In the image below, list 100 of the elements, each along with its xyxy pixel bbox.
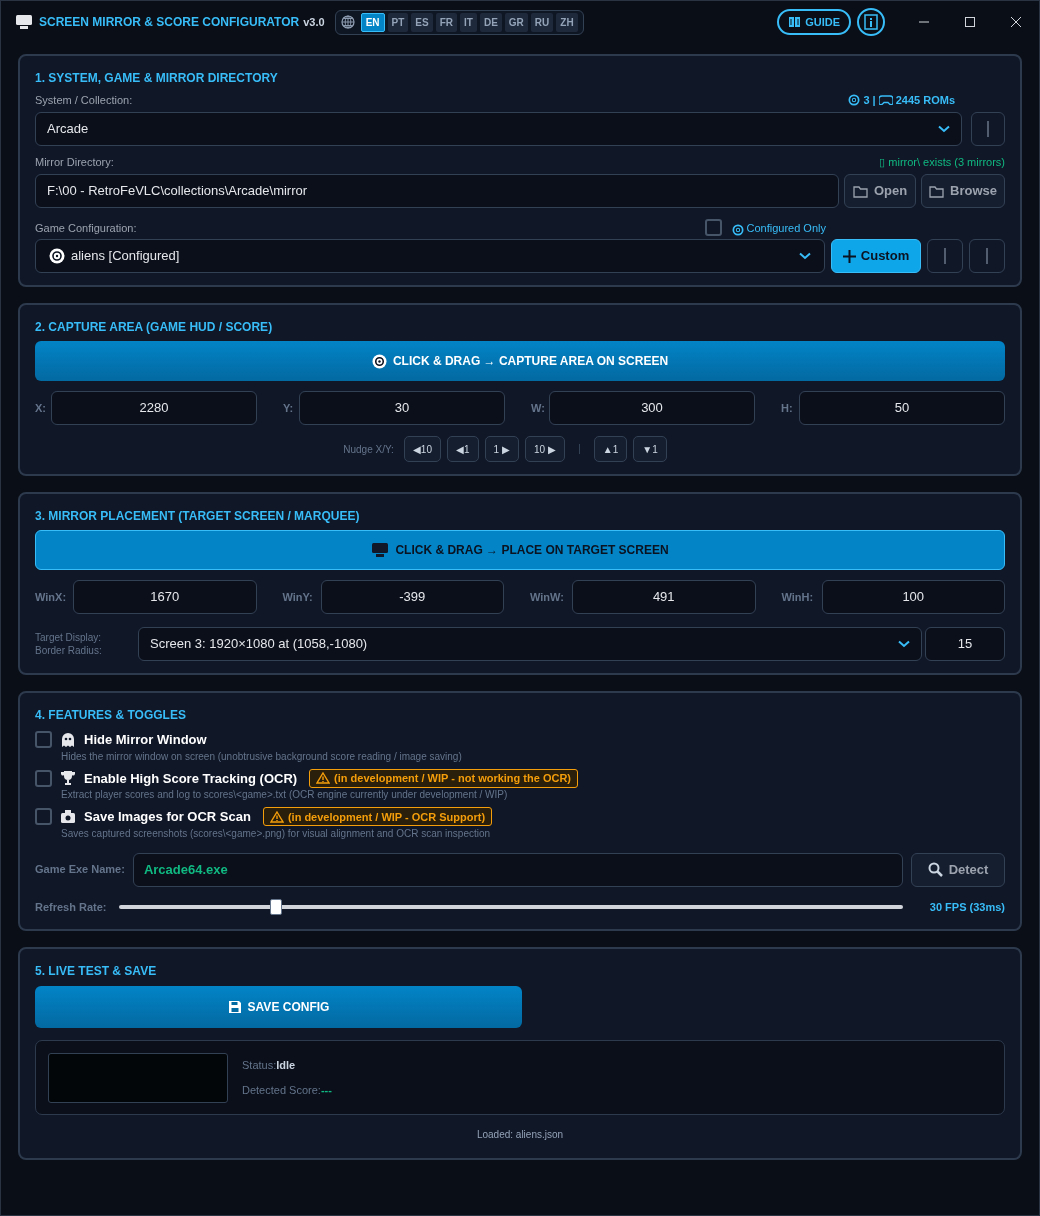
language-tab[interactable]: ES (411, 12, 433, 32)
target-icon (49, 248, 65, 264)
blank-button[interactable] (969, 239, 1005, 273)
blank-button[interactable] (927, 239, 963, 273)
path-field[interactable]: F:\00 - RetroFeVLC\collections\Arcade\mirror (35, 174, 839, 208)
number-field[interactable]: -399 (320, 580, 504, 614)
dropdown-value: aliens [Configured] (71, 247, 180, 266)
monitor-icon (371, 542, 390, 558)
field-label: Game Configuration: (35, 220, 137, 236)
version-label: v3.0 (303, 14, 325, 30)
field-label: Refresh Rate: (35, 899, 108, 915)
language-tab[interactable]: EN (360, 12, 385, 32)
status-value: Idle (276, 1058, 296, 1073)
language-tab[interactable]: RU (530, 12, 554, 32)
custom-button[interactable]: Custom (831, 239, 921, 273)
book-icon (788, 16, 802, 28)
game-dropdown[interactable]: aliens [Configured] (35, 239, 825, 273)
camera-icon (60, 809, 76, 825)
place-on-screen-button[interactable]: CLICK & DRAG → PLACE ON TARGET SCREEN (35, 530, 1005, 570)
language-tab[interactable]: DE (479, 12, 502, 32)
language-tab[interactable]: PT (387, 12, 409, 32)
field-label: W: (531, 400, 545, 416)
section-heading: 1. SYSTEM, GAME & MIRROR DIRECTORY (35, 70, 279, 86)
nudge-button[interactable]: ▲1 (593, 436, 628, 462)
field-label: WinH: (781, 589, 815, 605)
exe-field[interactable]: Arcade64.exe (132, 852, 903, 887)
target-icon (848, 93, 861, 106)
warning-icon (269, 810, 284, 823)
globe-icon (340, 15, 355, 29)
loaded-file-text: Loaded: aliens.json (476, 1128, 564, 1142)
field-label: System / Collection: (35, 92, 133, 108)
radius-field[interactable]: 15 (925, 627, 1005, 661)
system-dropdown[interactable]: Arcade (35, 112, 962, 146)
number-field[interactable]: 100 (821, 580, 1005, 614)
divider-icon (987, 121, 989, 137)
nudge-button[interactable]: ◀1 (447, 436, 479, 462)
field-label: WinX: (35, 589, 68, 605)
info-icon (864, 14, 878, 30)
divider-icon (944, 248, 946, 264)
number-field[interactable]: 1670 (73, 580, 257, 614)
slider[interactable] (119, 898, 903, 915)
nudge-button[interactable]: 1 ▶ (484, 436, 519, 462)
field-label: Mirror Directory: (35, 154, 114, 170)
status-label: Status: (242, 1058, 277, 1073)
floppy-icon (227, 1000, 242, 1014)
close-icon (1010, 16, 1022, 28)
guide-button[interactable]: GUIDE (777, 9, 851, 35)
gamepad-icon (878, 94, 893, 105)
checkbox[interactable] (35, 731, 52, 749)
plus-icon (842, 249, 856, 263)
field-label: Border Radius: (35, 644, 103, 657)
display-dropdown[interactable]: Screen 3: 1920×1080 at (1058,-1080) (138, 627, 922, 661)
browse-button[interactable]: Browse (921, 174, 1005, 208)
language-tab[interactable]: ZH (556, 12, 578, 32)
slider-thumb[interactable] (269, 898, 282, 915)
field-label: WinW: (530, 589, 565, 605)
number-field[interactable]: 30 (299, 391, 505, 425)
language-tab[interactable]: GR (504, 12, 528, 32)
rom-count: 2445 ROMs (895, 92, 955, 108)
search-icon (927, 862, 943, 877)
field-label: Target Display: (35, 631, 103, 644)
chevron-down-icon (938, 125, 950, 133)
info-button[interactable] (857, 8, 885, 36)
folder-icon (852, 184, 869, 198)
ghost-icon (60, 731, 76, 748)
section-heading: 3. MIRROR PLACEMENT (TARGET SCREEN / MARQUEE) (35, 508, 361, 524)
warning-badge: (in development / WIP - OCR Support) (262, 807, 493, 827)
toggle-description: Extract player scores and log to scores\<game>.txt (OCR engine currently under development / WIP) (61, 788, 509, 802)
number-field[interactable]: 491 (572, 580, 756, 614)
section-heading: 5. LIVE TEST & SAVE (35, 963, 158, 979)
monitor-icon (15, 14, 33, 30)
warning-badge: (in development / WIP - not working the OCR) (309, 768, 579, 788)
nudge-button[interactable]: 10 ▶ (524, 436, 565, 462)
checkbox[interactable] (35, 769, 52, 787)
nudge-label: Nudge X/Y: (343, 442, 394, 457)
section-heading: 4. FEATURES & TOGGLES (35, 707, 187, 723)
number-field[interactable]: 300 (549, 391, 755, 425)
score-value: --- (320, 1082, 332, 1098)
toggle-description: Saves captured screenshots (scores\<game>.png) for visual alignment and OCR scan inspection (61, 826, 492, 841)
trophy-icon (60, 770, 76, 787)
blank-button[interactable] (971, 112, 1005, 146)
language-tab[interactable]: FR (435, 12, 458, 32)
nudge-button[interactable]: ▼1 (633, 436, 667, 462)
toggle-description: Hides the mirror window on screen (unobtrusive background score reading / image saving) (61, 749, 463, 764)
language-tab[interactable]: IT (460, 12, 477, 32)
detect-button[interactable]: Detect (911, 852, 1005, 887)
configured-count: 3 | (863, 92, 876, 108)
toggle-label: Enable High Score Tracking (OCR) (84, 769, 298, 788)
number-field[interactable]: 2280 (51, 391, 257, 425)
open-button[interactable]: Open (844, 174, 916, 208)
capture-area-button[interactable]: CLICK & DRAG → CAPTURE AREA ON SCREEN (35, 341, 1005, 381)
chevron-down-icon (799, 252, 811, 260)
window-title: SCREEN MIRROR & SCORE CONFIGURATOR (39, 14, 300, 31)
number-field[interactable]: 50 (799, 391, 1005, 425)
save-config-button[interactable]: SAVE CONFIG (35, 986, 522, 1028)
target-icon (371, 353, 387, 369)
nudge-button[interactable]: ◀10 (403, 436, 441, 462)
checkbox[interactable] (35, 808, 52, 826)
section-heading: 2. CAPTURE AREA (GAME HUD / SCORE) (35, 319, 274, 335)
checkbox[interactable] (704, 219, 722, 236)
